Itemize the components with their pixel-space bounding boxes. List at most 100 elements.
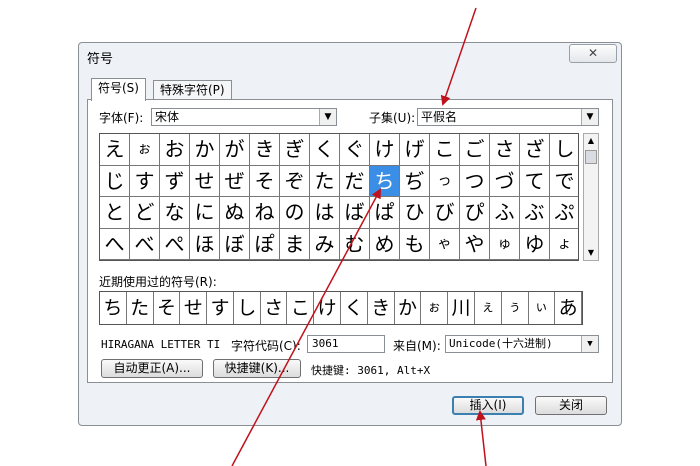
symbol-cell[interactable]: た: [310, 165, 340, 197]
symbol-cell[interactable]: や: [460, 228, 490, 260]
recent-symbol-cell[interactable]: こ: [287, 292, 315, 324]
symbol-cell[interactable]: ぴ: [460, 197, 490, 229]
symbol-cell[interactable]: ざ: [520, 134, 550, 166]
recent-symbol-cell[interactable]: ち: [100, 292, 127, 324]
symbol-cell[interactable]: ぱ: [370, 197, 400, 229]
symbol-cell[interactable]: ね: [250, 197, 280, 229]
symbol-cell[interactable]: せ: [190, 165, 220, 197]
symbol-cell[interactable]: さ: [490, 134, 520, 166]
recent-symbol-cell[interactable]: ぇ: [475, 292, 502, 324]
symbol-cell[interactable]: ぢ: [400, 165, 430, 197]
symbol-cell[interactable]: が: [220, 134, 250, 166]
symbol-cell[interactable]: ご: [460, 134, 490, 166]
recent-symbol-cell[interactable]: ぉ: [421, 292, 449, 324]
close-icon[interactable]: ✕: [569, 44, 617, 63]
symbol-cell[interactable]: っ: [430, 165, 460, 197]
recent-symbol-cell[interactable]: 川: [448, 292, 475, 324]
symbol-cell[interactable]: こ: [430, 134, 460, 166]
shortcut-key-button[interactable]: 快捷键(K)...: [213, 359, 301, 378]
symbol-cell[interactable]: め: [370, 228, 400, 260]
symbol-cell[interactable]: ど: [130, 197, 160, 229]
symbol-cell[interactable]: は: [310, 197, 340, 229]
close-button[interactable]: 关闭: [535, 396, 607, 415]
symbol-cell[interactable]: お: [160, 134, 190, 166]
symbol-cell[interactable]: ゆ: [520, 228, 550, 260]
symbol-cell[interactable]: ょ: [550, 229, 578, 260]
symbol-cell[interactable]: へ: [100, 228, 130, 260]
recent-symbol-cell[interactable]: き: [368, 292, 395, 324]
recent-symbol-cell[interactable]: あ: [555, 292, 583, 324]
from-select[interactable]: Unicode(十六进制) ▼: [445, 335, 599, 353]
symbol-cell[interactable]: ち: [370, 165, 400, 197]
recent-symbol-cell[interactable]: そ: [154, 292, 181, 324]
symbol-cell[interactable]: ゅ: [490, 228, 520, 260]
recent-symbol-cell[interactable]: せ: [180, 292, 208, 324]
symbol-cell[interactable]: な: [160, 197, 190, 229]
symbol-cell[interactable]: じ: [100, 165, 130, 197]
recent-symbol-cell[interactable]: け: [314, 292, 342, 324]
symbol-cell[interactable]: し: [550, 134, 578, 166]
autocorrect-button[interactable]: 自动更正(A)...: [101, 359, 203, 378]
recent-symbol-cell[interactable]: か: [395, 292, 422, 324]
scroll-thumb[interactable]: [585, 150, 597, 164]
symbol-cell[interactable]: ぼ: [220, 228, 250, 260]
symbol-cell[interactable]: ぬ: [220, 197, 250, 229]
symbol-cell[interactable]: む: [340, 228, 370, 260]
symbol-grid-scrollbar[interactable]: ▲ ▼: [583, 133, 599, 261]
symbol-cell[interactable]: け: [370, 134, 400, 166]
symbol-cell[interactable]: ば: [340, 197, 370, 229]
symbol-cell[interactable]: ふ: [490, 197, 520, 229]
symbol-cell[interactable]: ぶ: [520, 197, 550, 229]
symbol-cell[interactable]: げ: [400, 134, 430, 166]
symbol-cell[interactable]: そ: [250, 165, 280, 197]
symbol-cell[interactable]: く: [310, 134, 340, 166]
symbol-cell[interactable]: づ: [490, 165, 520, 197]
symbol-cell[interactable]: び: [430, 197, 460, 229]
symbol-cell[interactable]: ぜ: [220, 165, 250, 197]
subset-select[interactable]: 平假名 ▼: [417, 108, 599, 126]
from-label: 来自(M):: [393, 339, 441, 353]
symbol-cell[interactable]: ぷ: [550, 197, 578, 229]
symbol-cell[interactable]: ず: [160, 165, 190, 197]
recent-symbol-cell[interactable]: く: [341, 292, 368, 324]
symbol-cell[interactable]: ま: [280, 228, 310, 260]
symbol-cell[interactable]: ぺ: [160, 228, 190, 260]
symbol-cell[interactable]: て: [520, 165, 550, 197]
symbol-cell[interactable]: ぽ: [250, 228, 280, 260]
symbol-cell[interactable]: き: [250, 134, 280, 166]
symbol-cell[interactable]: ひ: [400, 197, 430, 229]
symbol-cell[interactable]: か: [190, 134, 220, 166]
symbol-cell[interactable]: す: [130, 165, 160, 197]
symbol-cell[interactable]: と: [100, 197, 130, 229]
symbol-cell[interactable]: つ: [460, 165, 490, 197]
scroll-up-icon[interactable]: ▲: [584, 134, 598, 148]
symbol-cell[interactable]: ほ: [190, 228, 220, 260]
symbol-cell[interactable]: べ: [130, 228, 160, 260]
symbol-cell[interactable]: ぐ: [340, 134, 370, 166]
symbol-cell[interactable]: ぉ: [130, 134, 160, 166]
symbol-cell[interactable]: ぞ: [280, 165, 310, 197]
recent-symbol-cell[interactable]: し: [234, 292, 261, 324]
insert-button[interactable]: 插入(I): [452, 396, 524, 415]
char-code-input[interactable]: 3061: [307, 335, 385, 353]
symbol-cell[interactable]: ぎ: [280, 134, 310, 166]
recent-symbol-cell[interactable]: す: [207, 292, 234, 324]
symbol-cell[interactable]: も: [400, 228, 430, 260]
font-select[interactable]: 宋体 ▼: [151, 108, 337, 126]
symbol-cell[interactable]: に: [190, 197, 220, 229]
symbol-cell[interactable]: み: [310, 228, 340, 260]
symbol-cell[interactable]: だ: [340, 165, 370, 197]
recent-symbol-cell[interactable]: た: [127, 292, 154, 324]
tab-symbols[interactable]: 符号(S): [91, 78, 146, 101]
symbol-cell[interactable]: で: [550, 166, 578, 197]
recent-symbols-list[interactable]: ちたそせすしさこけくきかぉ川ぇぅぃあ: [99, 291, 583, 325]
symbol-cell[interactable]: え: [100, 134, 130, 166]
recent-symbol-cell[interactable]: ぃ: [529, 292, 556, 324]
tab-special-characters[interactable]: 特殊字符(P): [153, 80, 232, 99]
recent-symbol-cell[interactable]: さ: [261, 292, 288, 324]
symbol-cell[interactable]: ゃ: [430, 228, 460, 260]
symbol-cell[interactable]: の: [280, 197, 310, 229]
symbol-grid[interactable]: えぉおかがきぎくぐけげこごさざしじすずせぜそぞただちぢっつづてでとどなにぬねのは…: [99, 133, 579, 261]
scroll-down-icon[interactable]: ▼: [584, 246, 598, 260]
recent-symbol-cell[interactable]: ぅ: [502, 292, 529, 324]
